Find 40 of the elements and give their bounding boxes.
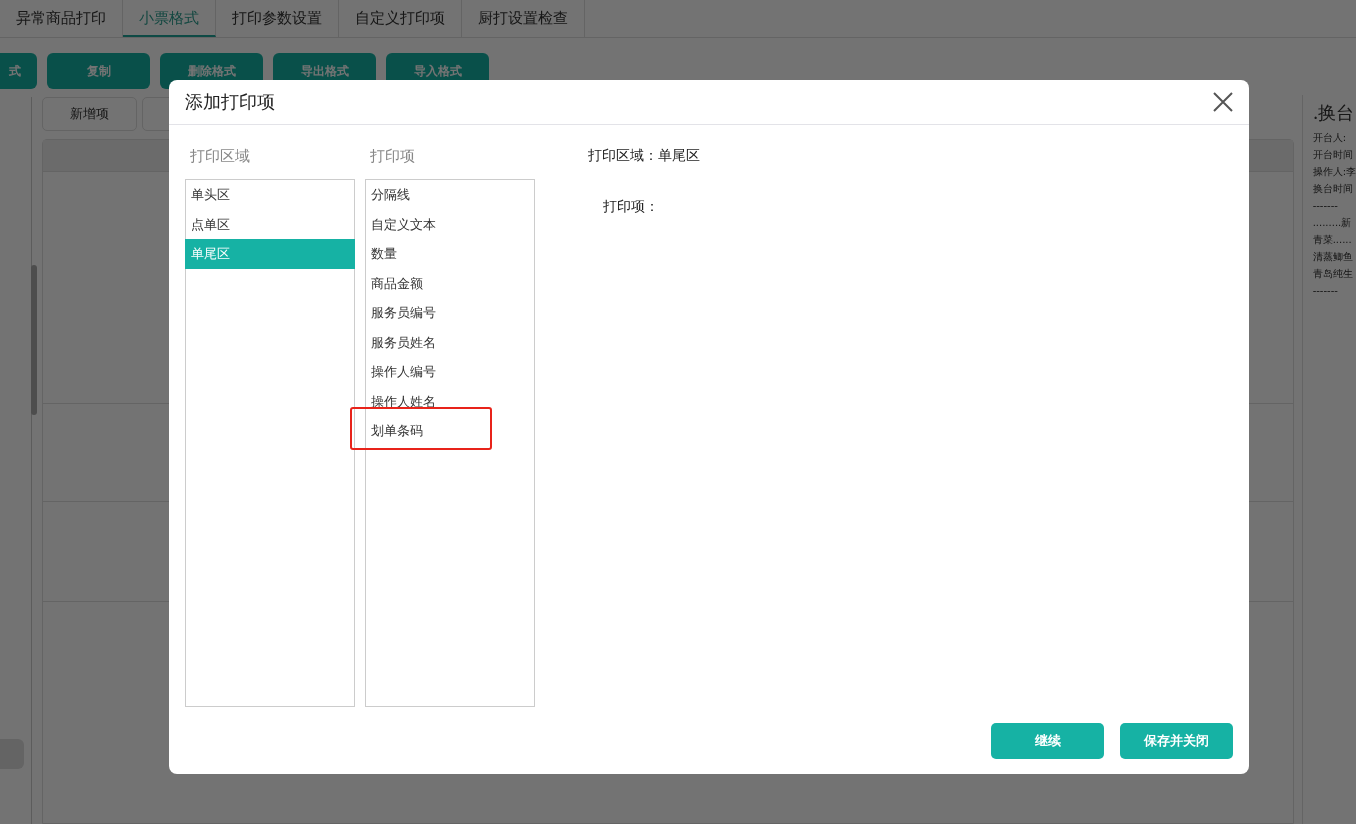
list-item[interactable]: 数量 xyxy=(366,239,534,269)
field-label: 打印区域： xyxy=(588,147,658,163)
field-value: 单尾区 xyxy=(658,147,700,163)
list-item[interactable]: 单头区 xyxy=(186,180,354,210)
field-label: 打印项： xyxy=(603,198,659,214)
tab[interactable]: 小票格式 xyxy=(123,0,216,37)
dialog-button[interactable]: 继续 xyxy=(991,723,1104,759)
list-item[interactable]: 分隔线 xyxy=(366,180,534,210)
tab[interactable]: 打印参数设置 xyxy=(216,0,339,37)
receipt-line: .........新 xyxy=(1312,216,1353,230)
receipt-line: 青岛纯生 xyxy=(1312,267,1354,281)
dialog-title: 添加打印项 xyxy=(185,90,275,114)
list-item[interactable]: 自定义文本 xyxy=(366,209,534,239)
tab[interactable]: 异常商品打印 xyxy=(0,0,123,37)
close-icon[interactable] xyxy=(1213,92,1233,112)
tab[interactable]: 自定义打印项 xyxy=(339,0,462,37)
toolbar-button[interactable]: 式 xyxy=(0,53,37,89)
list-item[interactable]: 划单条码 xyxy=(366,416,534,446)
list-item[interactable]: 服务员编号 xyxy=(366,298,534,328)
list-item[interactable]: 单尾区 xyxy=(185,239,355,269)
scrollbar[interactable] xyxy=(31,265,37,415)
receipt-line: 换台时间 xyxy=(1312,182,1354,196)
receipt-line: 开台时间 xyxy=(1312,148,1354,162)
list-label: 打印区域 xyxy=(189,147,251,167)
list-item[interactable]: 服务员姓名 xyxy=(366,327,534,357)
list-item[interactable]: 点单区 xyxy=(186,209,354,239)
tab[interactable]: 厨打设置检查 xyxy=(462,0,585,37)
receipt-title: .换台 xyxy=(1312,101,1356,125)
receipt-line: ------- xyxy=(1312,284,1339,298)
receipt-line: 开台人: xyxy=(1312,131,1347,145)
dialog-button[interactable]: 保存并关闭 xyxy=(1120,723,1233,759)
add-item-button[interactable]: 新增项 xyxy=(41,97,137,131)
receipt-line: 清蒸鲫鱼 xyxy=(1312,250,1354,264)
list-item[interactable]: 商品金额 xyxy=(366,268,534,298)
receipt-line: 操作人:李 xyxy=(1312,165,1356,179)
receipt-line: 青菜...... xyxy=(1312,233,1353,247)
list-label: 打印项 xyxy=(369,147,416,167)
toolbar-button[interactable]: 复制 xyxy=(47,53,150,89)
list-item[interactable]: 操作人编号 xyxy=(366,357,534,387)
receipt-line: ------- xyxy=(1312,199,1339,213)
